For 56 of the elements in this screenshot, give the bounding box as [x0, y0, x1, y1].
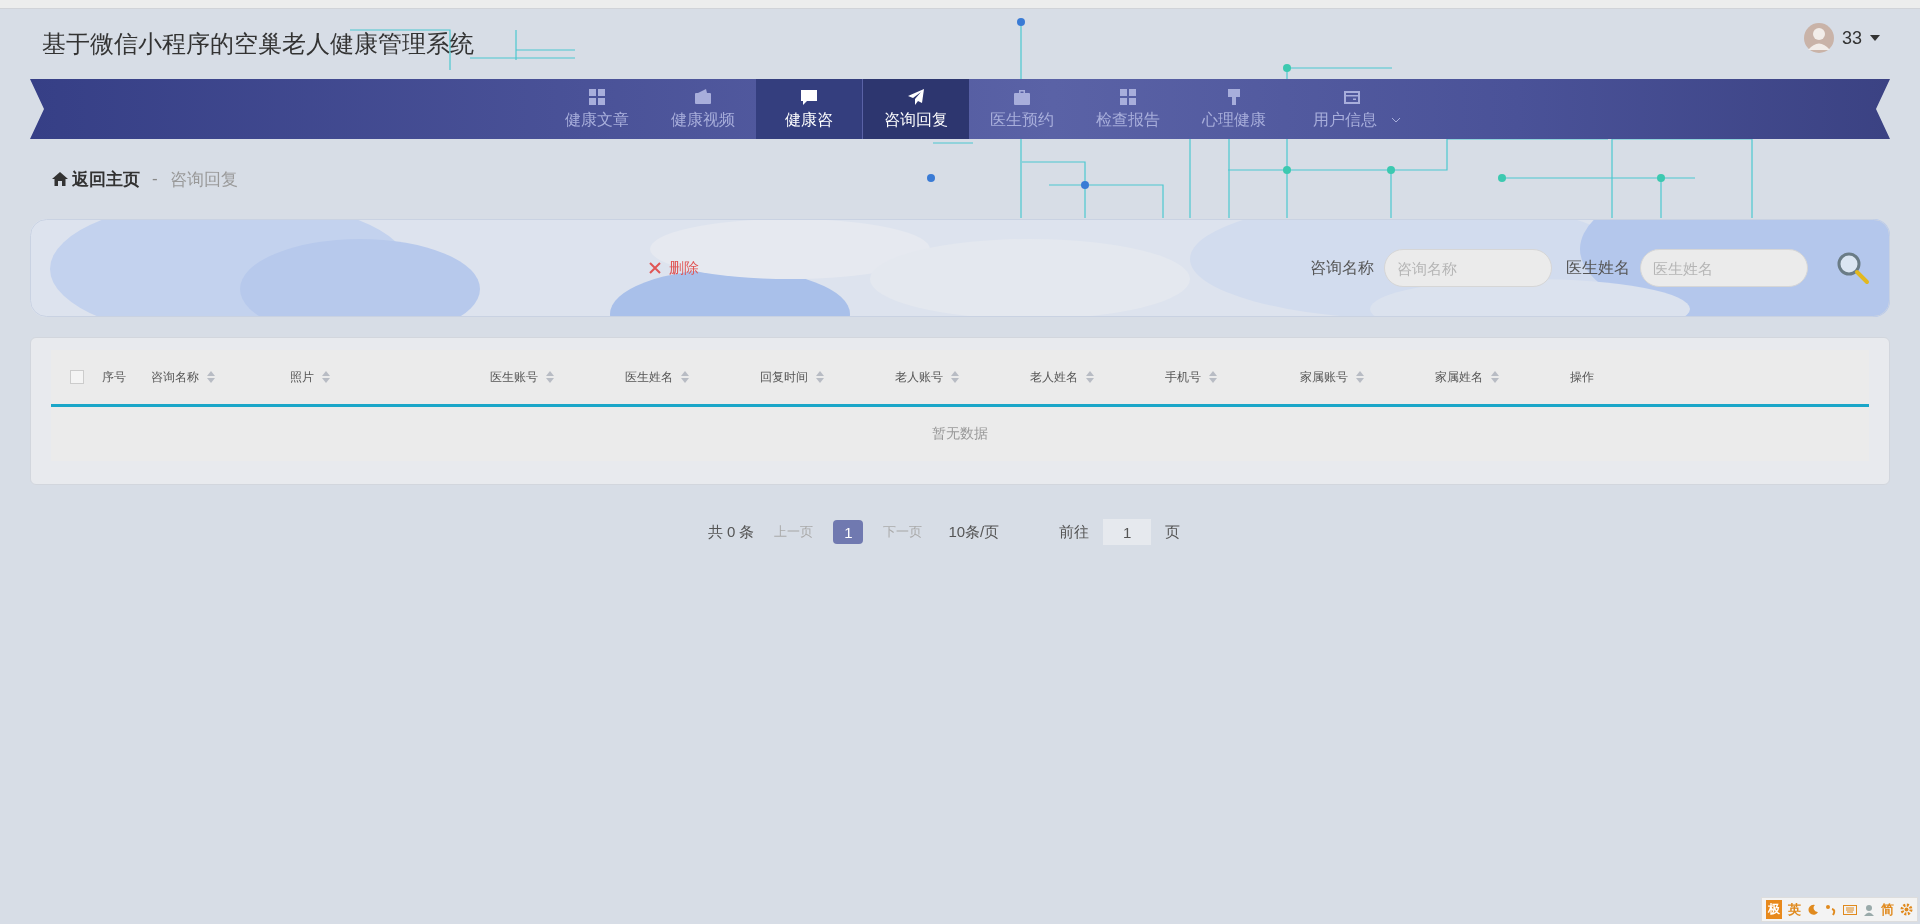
- user-icon[interactable]: [1863, 903, 1875, 916]
- page-suffix: 页: [1165, 522, 1181, 542]
- grid-icon: [587, 87, 606, 106]
- field-label: 咨询名称: [1310, 257, 1374, 278]
- caret-icon[interactable]: [1870, 35, 1880, 41]
- close-icon: [649, 262, 661, 274]
- chat-icon: [799, 87, 818, 106]
- grid-icon: [1118, 87, 1137, 106]
- page-size-select[interactable]: 10条/页: [942, 521, 1006, 543]
- home-link[interactable]: 返回主页: [72, 167, 140, 191]
- column-header[interactable]: 医生姓名: [625, 368, 689, 386]
- sort-icon[interactable]: [546, 371, 554, 383]
- send-icon: [906, 87, 925, 106]
- home-icon[interactable]: [52, 172, 68, 186]
- breadcrumb-separator: -: [152, 169, 158, 189]
- column-header[interactable]: 序号: [102, 368, 126, 386]
- wallet-icon: [693, 87, 712, 106]
- site-title: 基于微信小程序的空巢老人健康管理系统: [42, 29, 474, 59]
- column-header[interactable]: 操作: [1570, 368, 1594, 386]
- settings-icon[interactable]: [1900, 903, 1913, 916]
- user-name[interactable]: 33: [1841, 27, 1862, 49]
- goto-label: 前往: [1059, 522, 1090, 542]
- column-header[interactable]: 医生账号: [490, 368, 554, 386]
- column-header[interactable]: 家属姓名: [1435, 368, 1499, 386]
- nav-tab[interactable]: 咨询回复: [861, 79, 969, 139]
- column-header[interactable]: 回复时间: [760, 368, 824, 386]
- field-label: 医生姓名: [1566, 257, 1630, 278]
- column-header[interactable]: 老人账号: [895, 368, 959, 386]
- sort-icon[interactable]: [1086, 371, 1094, 383]
- moon-icon[interactable]: [1807, 903, 1819, 916]
- empty-text: 暂无数据: [932, 425, 988, 443]
- chevron-down-icon: [1390, 117, 1401, 123]
- nav-tab[interactable]: 健康咨: [755, 79, 862, 139]
- page-input[interactable]: 1: [1103, 519, 1152, 545]
- sort-icon[interactable]: [951, 371, 959, 383]
- column-header[interactable]: 家属账号: [1300, 368, 1364, 386]
- sort-icon[interactable]: [1491, 371, 1499, 383]
- select-all-checkbox[interactable]: [69, 370, 84, 384]
- search-icon[interactable]: [1836, 251, 1870, 285]
- sort-icon[interactable]: [1209, 371, 1217, 383]
- page-number[interactable]: 1: [833, 520, 864, 544]
- sort-icon[interactable]: [207, 371, 215, 383]
- keyboard-icon[interactable]: [1843, 904, 1857, 915]
- sort-icon[interactable]: [322, 371, 330, 383]
- column-header[interactable]: 老人姓名: [1030, 368, 1094, 386]
- avatar[interactable]: [1803, 23, 1834, 53]
- sort-icon[interactable]: [1356, 371, 1364, 383]
- sort-icon[interactable]: [816, 371, 824, 383]
- column-header[interactable]: 手机号: [1165, 368, 1217, 386]
- total-count: 共 0 条: [707, 522, 755, 542]
- column-header[interactable]: 咨询名称: [151, 368, 215, 386]
- breadcrumb-current: 咨询回复: [169, 168, 238, 191]
- sort-icon[interactable]: [681, 371, 689, 383]
- column-header[interactable]: 照片: [290, 368, 330, 386]
- briefcase-icon: [1012, 87, 1031, 106]
- punctuation-icon[interactable]: [1825, 903, 1837, 916]
